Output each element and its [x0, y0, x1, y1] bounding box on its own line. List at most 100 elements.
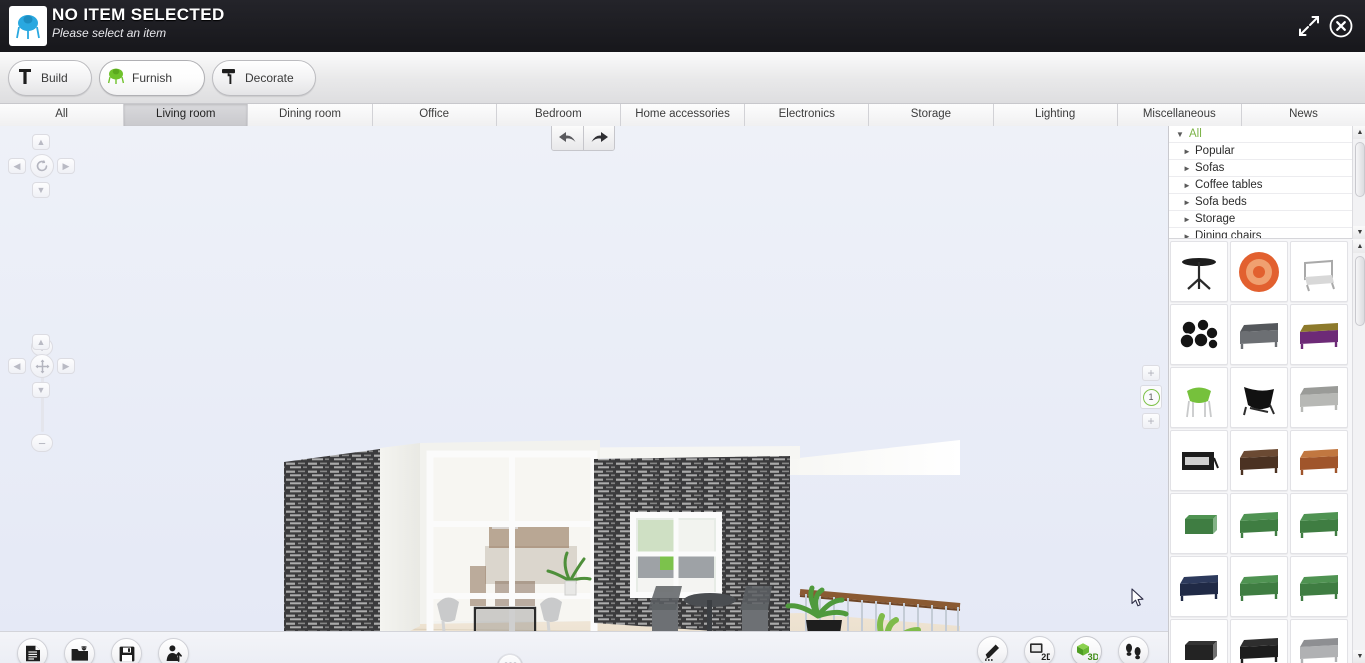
mode-button-build[interactable]: Build	[8, 60, 92, 96]
product-thumbnail-round-orange-rug[interactable]	[1230, 241, 1288, 302]
rotate-right-button[interactable]: ▶	[57, 158, 75, 174]
save-plan-button[interactable]	[111, 638, 142, 663]
chevron-up-icon: ▲	[36, 137, 46, 147]
draw-mode-button[interactable]	[977, 636, 1008, 663]
pan-down-button[interactable]: ▼	[32, 382, 50, 398]
product-thumbnail-green-corner-sofa[interactable]	[1230, 493, 1288, 554]
add-floor-above-button[interactable]: +	[1142, 365, 1160, 381]
product-thumbnail-grey-curved-sofa[interactable]	[1290, 367, 1348, 428]
chevron-right-icon[interactable]: ►	[1183, 211, 1195, 228]
rotate-reset-button[interactable]	[30, 154, 54, 178]
ellipsis-icon	[503, 656, 518, 663]
floor-level-1[interactable]: 1	[1140, 385, 1162, 409]
add-floor-below-button[interactable]: +	[1142, 413, 1160, 429]
tree-item-storage[interactable]: ► Storage	[1169, 211, 1352, 228]
tree-item-coffee-tables[interactable]: ► Coffee tables	[1169, 177, 1352, 194]
product-thumbnail-black-daybed[interactable]	[1170, 430, 1228, 491]
tree-scroll-thumb[interactable]	[1355, 142, 1365, 197]
category-tab-electronics[interactable]: Electronics	[745, 104, 870, 126]
design-canvas[interactable]: ▲ ◀ ▶ ▼ + −	[0, 126, 1168, 631]
product-thumbnail-green-stacking-chair[interactable]	[1170, 367, 1228, 428]
footsteps-icon	[1126, 643, 1141, 660]
undo-button[interactable]	[552, 126, 583, 150]
category-tab-all[interactable]: All	[0, 104, 125, 126]
product-thumbnail-brown-leather-sofa[interactable]	[1230, 430, 1288, 491]
bottom-toolbar: 2D 3D	[0, 631, 1168, 663]
view-2d-button[interactable]: 2D	[1024, 636, 1055, 663]
chevron-right-icon[interactable]: ►	[1183, 228, 1195, 239]
chevron-up-icon: ▲	[36, 337, 46, 347]
chevron-right-icon[interactable]: ►	[1183, 177, 1195, 194]
rotate-down-button[interactable]: ▼	[32, 182, 50, 198]
hammer-icon	[9, 66, 41, 91]
open-plan-button[interactable]	[64, 638, 95, 663]
category-tree-scrollbar[interactable]: ▲ ▼	[1352, 126, 1365, 239]
product-thumbnail-grey-three-seat-sofa[interactable]	[1290, 619, 1348, 663]
category-tab-bedroom[interactable]: Bedroom	[496, 104, 621, 126]
product-grid-row	[1169, 429, 1352, 492]
chevron-right-icon[interactable]: ►	[1183, 160, 1195, 177]
tree-item-popular[interactable]: ► Popular	[1169, 143, 1352, 160]
scroll-down-arrow-icon[interactable]: ▼	[1353, 226, 1365, 239]
tree-item-all[interactable]: ▼ All	[1169, 126, 1352, 143]
more-tool[interactable]	[498, 654, 522, 663]
cube-3d-icon: 3D	[1076, 643, 1098, 661]
redo-button[interactable]	[583, 126, 614, 150]
scroll-up-arrow-icon[interactable]: ▲	[1353, 126, 1365, 139]
product-thumbnail-navy-sofa[interactable]	[1170, 556, 1228, 617]
category-tab-dining-room[interactable]: Dining room	[248, 104, 373, 126]
tree-item-sofas[interactable]: ► Sofas	[1169, 160, 1352, 177]
product-thumbnail-tripod-side-table[interactable]	[1170, 241, 1228, 302]
grid-scroll-thumb[interactable]	[1355, 256, 1365, 326]
product-grid-row	[1169, 366, 1352, 429]
walkthrough-mode-button[interactable]	[1118, 636, 1149, 663]
scroll-down-arrow-icon[interactable]: ▼	[1353, 650, 1365, 663]
product-thumbnail-green-chaise-sofa[interactable]	[1290, 556, 1348, 617]
category-tab-home-accessories[interactable]: Home accessories	[620, 104, 746, 126]
product-thumbnail-green-storage-bench[interactable]	[1170, 493, 1228, 554]
product-thumbnail-multicolor-sofa[interactable]	[1290, 304, 1348, 365]
product-grid-scrollbar[interactable]: ▲ ▼	[1352, 240, 1365, 663]
category-tab-living-room[interactable]: Living room	[124, 104, 249, 126]
category-tab-miscellaneous[interactable]: Miscellaneous	[1117, 104, 1242, 126]
product-thumbnail-wire-frame-armchair[interactable]	[1290, 241, 1348, 302]
product-thumbnail-tan-leather-sofa[interactable]	[1290, 430, 1348, 491]
category-tab-bar: All Living room Dining room Office Bedroom Ho…	[0, 104, 1365, 126]
category-tree[interactable]: ▼ All ► Popular ► Sofas ► Coffee tables ► Sofa be…	[1169, 126, 1352, 239]
rotate-icon	[36, 159, 48, 172]
product-grid[interactable]	[1169, 240, 1352, 663]
product-thumbnail-green-two-seat-sofa[interactable]	[1290, 493, 1348, 554]
share-plan-button[interactable]	[158, 638, 189, 663]
pan-left-button[interactable]: ◀	[8, 358, 26, 374]
mode-button-decorate[interactable]: Decorate	[212, 60, 316, 96]
product-thumbnail-black-lounge-chair[interactable]	[1230, 367, 1288, 428]
rotate-left-button[interactable]: ◀	[8, 158, 26, 174]
product-thumbnail-green-three-seat-sofa[interactable]	[1230, 556, 1288, 617]
category-tab-news[interactable]: News	[1241, 104, 1365, 126]
product-thumbnail-grey-fabric-sofa[interactable]	[1230, 304, 1288, 365]
category-tab-lighting[interactable]: Lighting	[993, 104, 1118, 126]
pan-reset-button[interactable]	[30, 354, 54, 378]
view-3d-button[interactable]: 3D	[1071, 636, 1102, 663]
tree-item-sofa-beds[interactable]: ► Sofa beds	[1169, 194, 1352, 211]
mode-button-furnish[interactable]: Furnish	[99, 60, 205, 96]
product-thumbnail-circle-cluster-shelf[interactable]	[1170, 304, 1228, 365]
pan-right-button[interactable]: ▶	[57, 358, 75, 374]
expand-icon[interactable]	[1297, 14, 1321, 38]
scroll-up-arrow-icon[interactable]: ▲	[1353, 240, 1365, 253]
rotate-up-button[interactable]: ▲	[32, 134, 50, 150]
product-thumbnail-black-corner-sofa[interactable]	[1230, 619, 1288, 663]
chevron-right-icon[interactable]: ►	[1183, 194, 1195, 211]
product-thumbnail-black-ottoman[interactable]	[1170, 619, 1228, 663]
new-plan-button[interactable]	[17, 638, 48, 663]
chevron-down-icon[interactable]: ▼	[1176, 126, 1189, 143]
paint-roller-icon	[213, 66, 245, 91]
app-root: NO ITEM SELECTED Please select an item B	[0, 0, 1365, 663]
tree-item-dining-chairs[interactable]: ► Dining chairs	[1169, 228, 1352, 239]
chevron-right-icon[interactable]: ►	[1183, 143, 1195, 160]
category-tab-storage[interactable]: Storage	[869, 104, 994, 126]
close-icon[interactable]	[1329, 14, 1353, 38]
zoom-out-button[interactable]: −	[31, 434, 53, 452]
pan-up-button[interactable]: ▲	[32, 334, 50, 350]
category-tab-office[interactable]: Office	[372, 104, 497, 126]
